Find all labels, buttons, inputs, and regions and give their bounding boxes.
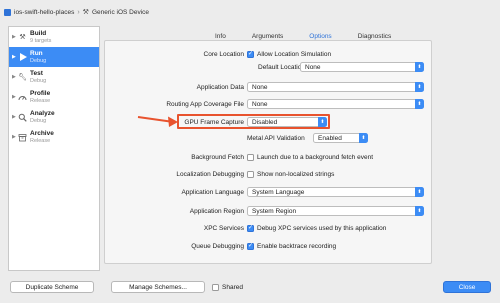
chevron-right-icon: › (77, 8, 80, 16)
allow-location-simulation-label: Allow Location Simulation (257, 50, 332, 58)
core-location-row: Core Location ✓ Allow Location Simulatio… (0, 48, 500, 60)
application-region-select[interactable]: System Region ⬍ (247, 206, 424, 216)
breadcrumb-destination[interactable]: Generic iOS Device (92, 9, 149, 16)
breadcrumb: ios-swift-hello-places › ⚒ Generic iOS D… (4, 7, 149, 17)
localization-row: Localization Debugging Show non-localize… (0, 168, 500, 180)
sidebar-item-title: Build (30, 30, 47, 38)
xpc-services-checkbox[interactable]: ✓ (247, 224, 254, 232)
chevron-updown-icon: ⬍ (359, 133, 368, 143)
queue-debugging-row: Queue Debugging ✓ Enable backtrace recor… (0, 240, 500, 252)
queue-debugging-label: Queue Debugging (191, 242, 244, 250)
localization-checkbox[interactable] (247, 170, 254, 178)
core-location-label: Core Location (203, 50, 244, 58)
close-button[interactable]: Close (443, 281, 491, 293)
scheme-editor-window: ios-swift-hello-places › ⚒ Generic iOS D… (0, 0, 500, 303)
shared-checkbox[interactable] (212, 283, 219, 291)
default-location-value: None (305, 63, 321, 71)
xpc-services-option: Debug XPC services used by this applicat… (257, 224, 387, 232)
metal-api-validation-label: Metal API Validation (247, 134, 305, 142)
sidebar-item-subtitle: 9 targets (30, 37, 52, 44)
localization-label: Localization Debugging (176, 170, 244, 178)
default-location-select[interactable]: None ⬍ (300, 62, 424, 72)
default-location-label: Default Location (258, 63, 305, 71)
chevron-updown-icon: ⬍ (415, 82, 424, 92)
chevron-updown-icon: ⬍ (415, 206, 424, 216)
duplicate-scheme-button[interactable]: Duplicate Scheme (10, 281, 94, 293)
background-fetch-row: Background Fetch Launch due to a backgro… (0, 151, 500, 163)
routing-select[interactable]: None ⬍ (247, 99, 424, 109)
metal-api-validation-row: Metal API Validation (0, 132, 500, 144)
disclosure-triangle-icon[interactable]: ▶ (12, 74, 17, 80)
device-icon: ⚒ (82, 9, 89, 16)
breadcrumb-project[interactable]: ios-swift-hello-places (14, 9, 74, 16)
localization-option: Show non-localized strings (257, 170, 335, 178)
chevron-updown-icon: ⬍ (415, 187, 424, 197)
xpc-services-row: XPC Services ✓ Debug XPC services used b… (0, 222, 500, 234)
shared-row: Shared (212, 282, 243, 292)
sidebar-item-build[interactable]: ▶ ⚒ Build 9 targets (9, 27, 99, 47)
gpu-frame-capture-select[interactable]: Disabled ⬍ (247, 117, 327, 127)
application-data-label: Application Data (196, 83, 244, 91)
queue-debugging-option: Enable backtrace recording (257, 242, 337, 250)
background-fetch-checkbox[interactable] (247, 153, 254, 161)
metal-api-validation-value: Enabled (318, 134, 342, 142)
application-data-value: None (252, 83, 268, 91)
background-fetch-option: Launch due to a background fetch event (257, 153, 374, 161)
allow-location-simulation-checkbox[interactable]: ✓ (247, 50, 254, 58)
app-icon (4, 8, 11, 16)
xpc-services-label: XPC Services (203, 224, 244, 232)
chevron-updown-icon: ⬍ (415, 99, 424, 109)
manage-schemes-button[interactable]: Manage Schemes... (111, 281, 205, 293)
application-language-label: Application Language (181, 188, 244, 196)
default-location-row: Default Location (0, 61, 500, 73)
application-data-select[interactable]: None ⬍ (247, 82, 424, 92)
metal-api-validation-select[interactable]: Enabled ⬍ (313, 133, 368, 143)
chevron-updown-icon: ⬍ (415, 62, 424, 72)
disclosure-triangle-icon[interactable]: ▶ (12, 34, 17, 40)
background-fetch-label: Background Fetch (191, 153, 244, 161)
hammer-icon: ⚒ (19, 34, 26, 41)
application-region-label: Application Region (189, 207, 244, 215)
gpu-frame-capture-label: GPU Frame Capture (184, 118, 244, 126)
routing-value: None (252, 100, 268, 108)
application-region-value: System Region (252, 207, 297, 215)
gpu-frame-capture-value: Disabled (252, 118, 278, 126)
routing-label: Routing App Coverage File (166, 100, 244, 108)
application-language-select[interactable]: System Language ⬍ (247, 187, 424, 197)
chevron-updown-icon: ⬍ (318, 117, 327, 127)
shared-label: Shared (222, 283, 243, 291)
queue-debugging-checkbox[interactable]: ✓ (247, 242, 254, 250)
application-language-value: System Language (252, 188, 305, 196)
